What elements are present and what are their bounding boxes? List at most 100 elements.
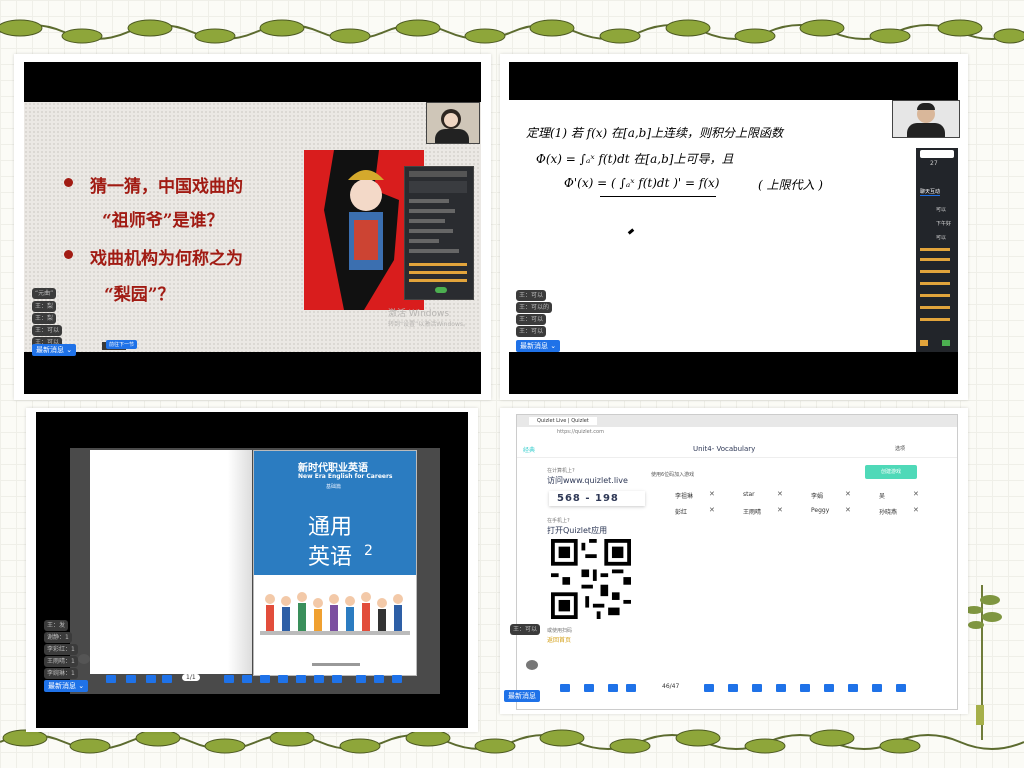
book-main-title-1: 通用 xyxy=(308,515,353,540)
chat-message: 王：可以 xyxy=(32,325,63,336)
highlighter-icon[interactable] xyxy=(728,684,738,692)
camera-button[interactable] xyxy=(526,660,538,670)
slide-bullet-1b: “祖师爷”是谁？ xyxy=(102,211,224,231)
close-icon[interactable] xyxy=(392,675,402,683)
zoom-out-icon[interactable] xyxy=(626,684,636,692)
screenshot-textbook: 新时代职业英语 New Era English for Careers 基础篇 … xyxy=(26,408,478,732)
zoom-out-icon[interactable] xyxy=(162,675,172,683)
book-cover: 新时代职业英语 New Era English for Careers 基础篇 … xyxy=(253,450,417,676)
browser-tab[interactable]: Quizlet Live | Quizlet xyxy=(529,417,597,425)
eraser-icon[interactable] xyxy=(776,684,786,692)
shape-icon[interactable] xyxy=(824,684,834,692)
theorem-note: ( 上限代入 ) xyxy=(758,178,823,192)
remove-player-icon[interactable]: ✕ xyxy=(777,506,783,514)
browser-tab-bar: Quizlet Live | Quizlet xyxy=(517,415,957,427)
page-indicator: 46/47 xyxy=(658,683,684,690)
help-text-computer: 在计算机上? xyxy=(547,468,575,474)
marker-icon[interactable] xyxy=(260,675,270,683)
line-icon[interactable] xyxy=(296,675,306,683)
people-illustration xyxy=(260,592,410,635)
remove-player-icon[interactable]: ✕ xyxy=(777,490,783,498)
pointer-icon[interactable] xyxy=(106,675,116,683)
teacher-webcam xyxy=(892,100,960,138)
annotation-toolbar: 1/1 xyxy=(106,672,406,686)
member-panel xyxy=(404,166,474,300)
screenshot-quizlet-live: Quizlet Live | Quizlet https://quizlet.c… xyxy=(500,408,968,714)
visit-url: 访问www.quizlet.live xyxy=(547,476,628,485)
zoom-in-icon[interactable] xyxy=(146,675,156,683)
new-message-button[interactable]: 最新消息 xyxy=(504,690,540,702)
remove-player-icon[interactable]: ✕ xyxy=(709,490,715,498)
screen-icon[interactable] xyxy=(356,675,366,683)
new-message-button[interactable]: 最新消息 ⌄ xyxy=(516,340,561,352)
page-indicator: 1/1 xyxy=(182,674,200,681)
player-name: 王雨晴 xyxy=(743,509,762,516)
chat-message: 王：发 xyxy=(44,620,69,631)
chat-message: 王雨晴：1 xyxy=(44,656,78,667)
chat-sidebar: 27 聊天互动 可以 下午好 可以 xyxy=(916,148,958,352)
zoom-icon[interactable]: ⊕ xyxy=(584,339,592,349)
blank-left-page xyxy=(90,450,252,674)
chat-item: 可以 xyxy=(936,235,947,241)
slide-bullet-1a: 猜一猜，中国戏曲的 xyxy=(90,177,243,197)
back-link[interactable]: 返回首页 xyxy=(547,635,571,644)
theorem-line-1: 定理(1) 若 f(x) 在[a,b]上连续，则积分上限函数 xyxy=(526,126,784,140)
book-main-title-2: 英语 xyxy=(308,545,353,570)
player-name: 吴 xyxy=(879,493,886,500)
remove-player-icon[interactable]: ✕ xyxy=(709,506,715,514)
screenshot-calculus-whiteboard: 定理(1) 若 f(x) 在[a,b]上连续，则积分上限函数 Φ(x) = ∫ₐ… xyxy=(500,54,968,400)
address-bar[interactable]: https://quizlet.com xyxy=(557,429,877,435)
zoom-in-icon[interactable] xyxy=(608,684,618,692)
remove-player-icon[interactable]: ✕ xyxy=(913,506,919,514)
chat-message: 李彩红：1 xyxy=(44,644,78,655)
text-icon[interactable] xyxy=(332,675,342,683)
create-game-button[interactable]: 创建游戏 xyxy=(865,465,917,479)
remove-player-icon[interactable]: ✕ xyxy=(845,490,851,498)
leaf-vine-border-top xyxy=(0,19,1024,44)
set-title: Unit4- Vocabulary xyxy=(693,445,756,453)
eraser-icon[interactable] xyxy=(278,675,288,683)
book-volume-number: 2 xyxy=(364,543,373,559)
chat-item: 可以 xyxy=(936,207,947,213)
player-name: Peggy xyxy=(811,507,830,514)
close-icon[interactable] xyxy=(896,684,906,692)
highlighter-icon[interactable] xyxy=(242,675,252,683)
window-icon[interactable] xyxy=(872,684,882,692)
browser-window: Quizlet Live | Quizlet https://quizlet.c… xyxy=(516,414,958,710)
remove-player-icon[interactable]: ✕ xyxy=(913,490,919,498)
pointer-icon[interactable] xyxy=(560,684,570,692)
chat-tab[interactable]: 聊天互动 xyxy=(920,188,941,196)
chat-message: 王：可以的 xyxy=(516,302,553,313)
screenshot-opera-slide: 猜一猜，中国戏曲的 “祖师爷”是谁？ 戏曲机构为何称之为 “梨园”？ 激活 Wi… xyxy=(14,54,491,400)
pen-icon[interactable] xyxy=(224,675,234,683)
new-message-button[interactable]: 最新消息 ⌄ xyxy=(44,680,89,692)
next-section-button[interactable]: 前往下一节 xyxy=(106,340,138,349)
shape-icon[interactable] xyxy=(314,675,324,683)
select-icon[interactable] xyxy=(584,684,594,692)
quizlet-logo[interactable]: 经典 xyxy=(523,445,535,454)
player-name: 李祖琳 xyxy=(675,493,694,500)
line-icon[interactable] xyxy=(800,684,810,692)
pen-icon[interactable] xyxy=(704,684,714,692)
camera-button[interactable] xyxy=(78,654,90,664)
game-code: 568 - 198 xyxy=(549,491,645,506)
slide-bullet-2a: 戏曲机构为何称之为 xyxy=(90,249,243,269)
chat-item: 下午好 xyxy=(936,221,952,227)
teacher-webcam xyxy=(426,102,480,144)
player-name: 李娟 xyxy=(811,493,824,500)
select-icon[interactable] xyxy=(126,675,136,683)
viewer-count: 27 xyxy=(930,160,938,167)
chat-message: 王：可以 xyxy=(516,326,547,337)
options-button[interactable]: 选项 xyxy=(895,445,905,452)
window-icon[interactable] xyxy=(374,675,384,683)
new-message-button[interactable]: 最新消息 ⌄ xyxy=(32,344,77,356)
text-icon[interactable] xyxy=(848,684,858,692)
book-subtitle: 基础篇 xyxy=(326,484,342,490)
open-app-text: 打开Quizlet应用 xyxy=(547,526,608,535)
theorem-line-2: Φ(x) = ∫ₐˣ f(t)dt 在[a,b]上可导，且 xyxy=(536,152,734,166)
chat-message: 王：梨 xyxy=(32,301,57,312)
chat-message: 谢静：1 xyxy=(44,632,72,643)
remove-player-icon[interactable]: ✕ xyxy=(845,506,851,514)
marker-icon[interactable] xyxy=(752,684,762,692)
chat-message: 王：可以 xyxy=(516,290,547,301)
